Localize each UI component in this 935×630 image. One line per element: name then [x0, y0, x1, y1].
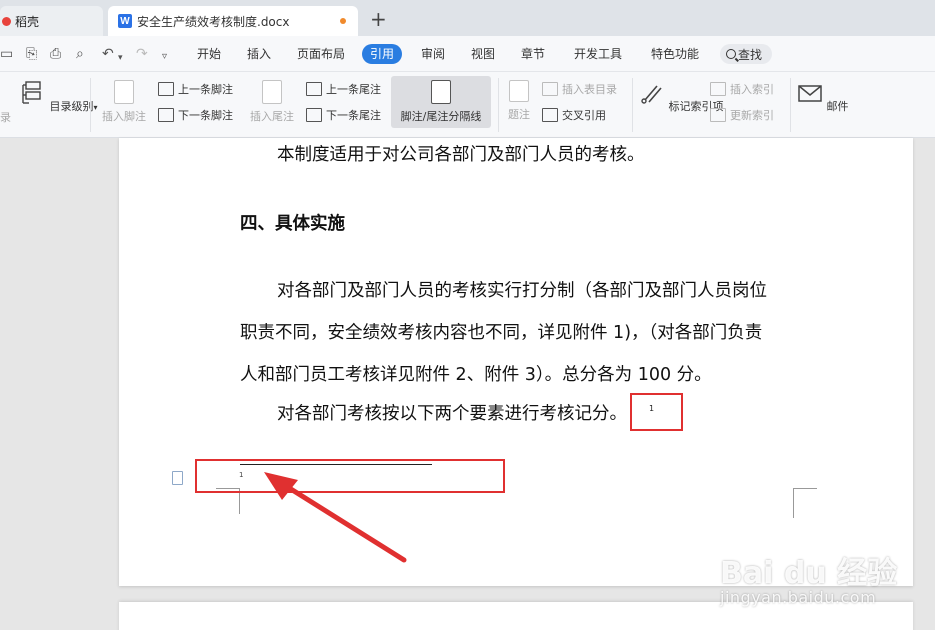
baidu-jingyan-watermark-logo: Bai du 经验	[720, 556, 898, 591]
cross-reference-icon	[542, 108, 558, 122]
next-endnote-label: 下一条尾注	[326, 109, 381, 122]
print-preview-icon[interactable]: ⌕	[76, 46, 84, 62]
cross-reference-label: 交叉引用	[562, 109, 606, 122]
caption-icon	[509, 80, 529, 102]
insert-index-button[interactable]: 插入索引	[710, 81, 774, 97]
update-index-icon	[710, 108, 726, 122]
next-footnote-label: 下一条脚注	[178, 109, 233, 122]
mark-index-button[interactable]: 标记索引项	[639, 80, 724, 114]
menu-review[interactable]: 审阅	[421, 47, 445, 61]
print-icon[interactable]: ⎙	[50, 46, 61, 62]
prev-footnote-button[interactable]: 上一条脚注	[158, 81, 233, 97]
save-icon[interactable]: ▭	[0, 46, 13, 62]
menu-special[interactable]: 特色功能	[651, 47, 699, 61]
menu-bar: ▭ ⎘ ⎙ ⌕ ↶ ▾ ↷ ▿ 开始 插入 页面布局 引用 审阅 视图 章节 开…	[0, 36, 935, 72]
insert-table-toc-label: 插入表目录	[562, 83, 617, 96]
ribbon-separator	[632, 78, 633, 132]
insert-endnote-label: 插入尾注	[250, 110, 294, 123]
insert-index-icon	[710, 82, 726, 96]
next-footnote-icon	[158, 108, 174, 122]
undo-dropdown-icon[interactable]: ▾	[118, 50, 123, 66]
ribbon-separator	[790, 78, 791, 132]
docer-logo-icon	[2, 16, 11, 26]
footnote-separator-label: 脚注/尾注分隔线	[400, 110, 482, 123]
insert-table-toc-button[interactable]: 插入表目录	[542, 81, 617, 97]
toc-level-label: 目录级别	[49, 100, 94, 113]
prev-endnote-button[interactable]: 上一条尾注	[306, 81, 381, 97]
insert-table-toc-icon	[542, 82, 558, 96]
section-heading: 四、具体实施	[240, 214, 345, 234]
menu-insert[interactable]: 插入	[247, 47, 271, 61]
prev-endnote-icon	[306, 82, 322, 96]
tab-home-label: 稻壳	[15, 14, 40, 29]
ribbon-separator	[90, 78, 91, 132]
search-button[interactable]: 查找	[720, 44, 772, 64]
footnote-separator-icon	[431, 80, 451, 104]
annotation-arrow-icon	[264, 472, 407, 563]
next-endnote-icon	[306, 108, 322, 122]
paragraph-line: 对各部门及部门人员的考核实行打分制（各部门及部门人员岗位	[277, 281, 767, 301]
margin-corner-mark	[793, 488, 817, 518]
redo-icon[interactable]: ↷	[136, 46, 148, 62]
search-label: 查找	[738, 47, 763, 62]
menu-page-layout[interactable]: 页面布局	[297, 47, 345, 61]
insert-index-label: 插入索引	[730, 83, 774, 96]
caption-button[interactable]: 题注	[505, 80, 533, 122]
prev-footnote-icon	[158, 82, 174, 96]
insert-footnote-label: 插入脚注	[102, 110, 146, 123]
tab-bar: 稻壳 W 安全生产绩效考核制度.docx +	[0, 0, 935, 36]
new-tab-button[interactable]: +	[370, 9, 387, 29]
wps-writer-icon: W	[118, 14, 132, 28]
toc-level-dropdown-icon: ▾	[93, 103, 98, 112]
unsaved-dot-icon	[340, 18, 346, 24]
prev-footnote-label: 上一条脚注	[178, 83, 233, 96]
toc-level-icon	[22, 81, 41, 104]
update-index-label: 更新索引	[730, 109, 774, 122]
insert-endnote-icon	[262, 80, 282, 104]
document-marker-icon	[172, 471, 183, 485]
ribbon-separator	[498, 78, 499, 132]
search-icon	[726, 49, 736, 59]
customize-toolbar-icon[interactable]: ▿	[162, 49, 167, 65]
toc-button-partial[interactable]: 录	[0, 109, 11, 125]
menu-chapter[interactable]: 章节	[521, 47, 545, 61]
paragraph-line: 职责不同，安全绩效考核内容也不同，详见附件 1)，（对各部门负责	[240, 323, 763, 343]
next-footnote-button[interactable]: 下一条脚注	[158, 107, 233, 123]
tab-document-title: 安全生产绩效考核制度.docx	[137, 14, 290, 29]
annotation-box-footnote-ref	[630, 393, 683, 431]
tab-document[interactable]: W 安全生产绩效考核制度.docx	[108, 6, 358, 36]
menu-developer[interactable]: 开发工具	[574, 47, 622, 61]
menu-home[interactable]: 开始	[197, 47, 221, 61]
cross-reference-button[interactable]: 交叉引用	[542, 107, 606, 123]
insert-footnote-button[interactable]: 插入脚注	[99, 80, 149, 124]
baidu-jingyan-watermark-url: jingyan.baidu.com	[720, 588, 877, 607]
paragraph-line: 人和部门员工考核详见附件 2、附件 3）。总分各为 100 分。	[240, 365, 712, 385]
footnote-separator-button[interactable]: 脚注/尾注分隔线	[394, 80, 488, 124]
mail-button[interactable]: 邮件	[797, 80, 849, 114]
export-pdf-icon[interactable]: ⎘	[26, 46, 37, 62]
menu-view[interactable]: 视图	[471, 47, 495, 61]
mark-index-icon	[641, 85, 662, 104]
update-index-button[interactable]: 更新索引	[710, 107, 774, 123]
insert-endnote-button[interactable]: 插入尾注	[246, 80, 298, 124]
toc-level-button[interactable]: 目录级别▾	[20, 80, 98, 114]
insert-footnote-icon	[114, 80, 134, 104]
undo-icon[interactable]: ↶	[102, 46, 114, 62]
tab-home[interactable]: 稻壳	[0, 6, 103, 36]
caption-label: 题注	[508, 108, 530, 121]
prev-endnote-label: 上一条尾注	[326, 83, 381, 96]
paragraph-line: 对各部门考核按以下两个要素进行考核记分。	[277, 404, 627, 424]
paragraph-scope: 本制度适用于对公司各部门及部门人员的考核。	[277, 145, 645, 165]
mail-icon	[798, 85, 822, 102]
mail-label: 邮件	[826, 100, 849, 113]
next-endnote-button[interactable]: 下一条尾注	[306, 107, 381, 123]
menu-references[interactable]: 引用	[362, 44, 403, 64]
document-page[interactable]	[119, 138, 913, 586]
